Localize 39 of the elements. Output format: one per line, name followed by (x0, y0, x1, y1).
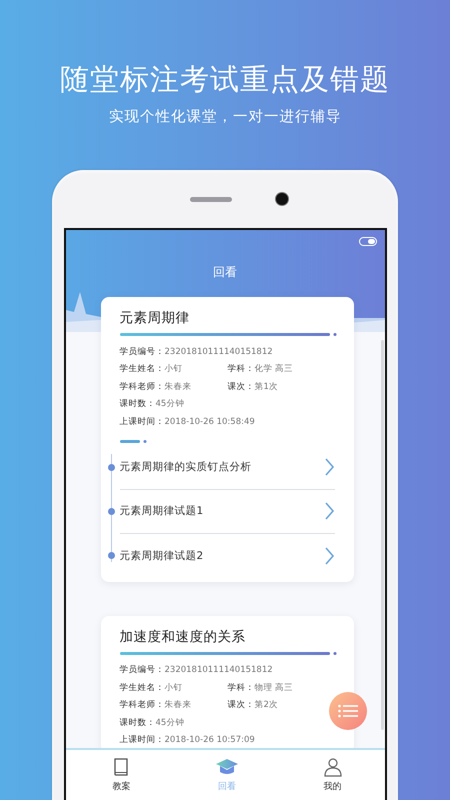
info-field: 学生姓名：小钉 (120, 682, 228, 694)
nav-tab[interactable]: 教案 (108, 750, 136, 800)
person-icon (322, 757, 342, 777)
info-field: 课次：第2次 (228, 699, 336, 712)
course-title: 加速度和速度的关系 (120, 628, 246, 646)
headline: 随堂标注考试重点及错题 (60, 61, 390, 98)
course-card[interactable]: 元素周期律 学员编号：23201810111140151812 学生姓名：小钉 学科：化学 高三 学科老师：朱春来 课次：第1次 课时数：45分钟 上课时间：2018-10-26 10:58:49 元素周期律的实质钉点分析 元素周期律试题1 元素周期律试题2 (100, 297, 354, 582)
graduation-cap-icon (215, 757, 239, 777)
info-field: 学生姓名：小钉 (120, 363, 228, 376)
chevron-icon (324, 546, 334, 564)
course-title: 元素周期律 (120, 309, 190, 328)
info-field: 学员编号：23201810111140151812 (120, 664, 273, 676)
screen-title: 回看 (213, 264, 237, 280)
info-field: 课次：第1次 (228, 380, 336, 393)
lesson-item[interactable]: 元素周期律试题2 (120, 534, 334, 578)
info-field: 学科：物理 高三 (228, 682, 336, 694)
info-field: 上课时间：2018-10-26 10:57:09 (120, 734, 255, 746)
info-field: 学科老师：朱春来 (120, 380, 228, 393)
camera-lens (276, 193, 288, 205)
timeline-dot (108, 552, 114, 559)
section-divider (120, 438, 146, 444)
info-field: 课时数：45分钟 (120, 716, 184, 729)
info-field: 上课时间：2018-10-26 10:58:49 (120, 416, 255, 428)
timeline-dot (108, 508, 114, 514)
toggle-icon (358, 236, 376, 246)
info-field: 学员编号：23201810111140151812 (120, 346, 273, 358)
list-icon (338, 704, 358, 718)
lesson-item[interactable]: 元素周期律的实质钉点分析 (120, 446, 334, 490)
nav-tab[interactable]: 我的 (318, 750, 346, 800)
info-field: 学科老师：朱春来 (120, 699, 228, 712)
speaker-grille (190, 196, 232, 202)
subtitle: 实现个性化课堂，一对一进行辅导 (108, 108, 342, 127)
course-card[interactable]: 加速度和速度的关系 学员编号：23201810111140151812 学生姓名：小钉 学科：物理 高三 学科老师：朱春来 课次：第2次 课时数：45分钟 上课时间：2018-10-26 10:57:09 (100, 616, 354, 748)
timeline-dot (108, 464, 114, 470)
chevron-icon (324, 502, 334, 520)
info-field: 学科：化学 高三 (228, 363, 336, 376)
lesson-item[interactable]: 元素周期律试题1 (120, 490, 334, 534)
chevron-icon (324, 458, 334, 476)
info-field: 课时数：45分钟 (120, 398, 184, 410)
